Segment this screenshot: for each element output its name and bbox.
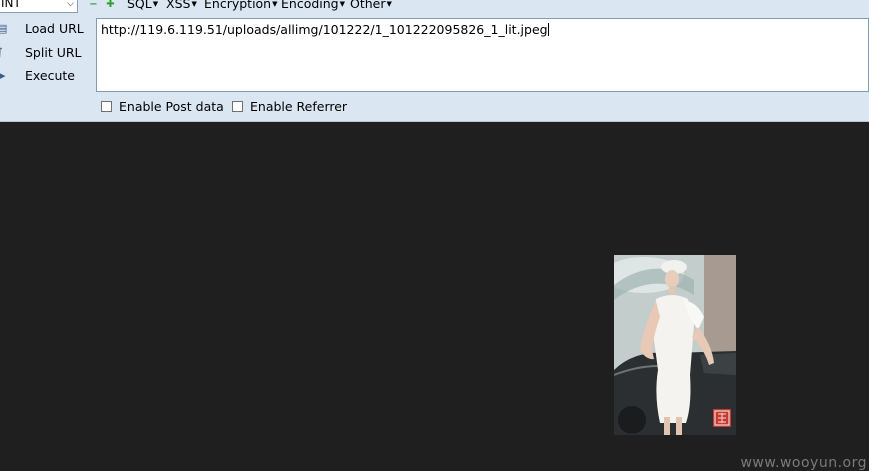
menu-encryption-label: Encryption [204, 0, 272, 11]
loaded-image [614, 255, 736, 435]
caret-icon: ▼ [191, 0, 197, 8]
hackbar-panel: INT ⌵ − ✚ SQL▼ XSS▼ Encryption▼ Encoding… [0, 0, 869, 122]
enable-referrer-label: Enable Referrer [250, 99, 348, 114]
checkbox-box[interactable] [101, 101, 112, 112]
menu-other-label: Other [350, 0, 386, 11]
menu-sql[interactable]: SQL▼ [127, 0, 158, 11]
plus-icon[interactable]: ✚ [106, 0, 115, 10]
split-url-label: Split URL [25, 45, 82, 60]
photo-illustration [614, 255, 736, 435]
caret-icon: ▼ [339, 0, 345, 8]
load-url-icon: ▤ [0, 23, 7, 35]
caret-icon: ▼ [386, 0, 392, 8]
hackbar-menu-row: INT ⌵ − ✚ SQL▼ XSS▼ Encryption▼ Encoding… [0, 0, 869, 15]
split-url-icon: ∫ [0, 47, 7, 59]
text-cursor [547, 23, 549, 36]
menu-xss-label: XSS [166, 0, 191, 11]
url-input[interactable]: http://119.6.119.51/uploads/allimg/10122… [96, 18, 869, 92]
execute-label: Execute [25, 68, 75, 83]
load-url-label: Load URL [25, 21, 84, 36]
menu-xss[interactable]: XSS▼ [166, 0, 197, 11]
menu-other[interactable]: Other▼ [350, 0, 392, 11]
type-select[interactable]: INT ⌵ [0, 0, 78, 13]
caret-icon: ▼ [272, 0, 278, 8]
caret-icon: ▼ [152, 0, 159, 8]
menu-encryption[interactable]: Encryption▼ [204, 0, 278, 11]
url-input-value: http://119.6.119.51/uploads/allimg/10122… [101, 22, 548, 37]
watermark-text: www.wooyun.org [740, 455, 867, 471]
checkbox-box[interactable] [232, 101, 243, 112]
type-select-value: INT [1, 0, 21, 10]
menu-encoding-label: Encoding [281, 0, 339, 11]
execute-icon: ▶ [0, 70, 6, 82]
menu-encoding[interactable]: Encoding▼ [281, 0, 345, 11]
minus-icon[interactable]: − [89, 0, 98, 10]
chevron-down-icon: ⌵ [67, 0, 74, 9]
menu-sql-label: SQL [127, 0, 152, 11]
enable-post-data-label: Enable Post data [119, 99, 224, 114]
